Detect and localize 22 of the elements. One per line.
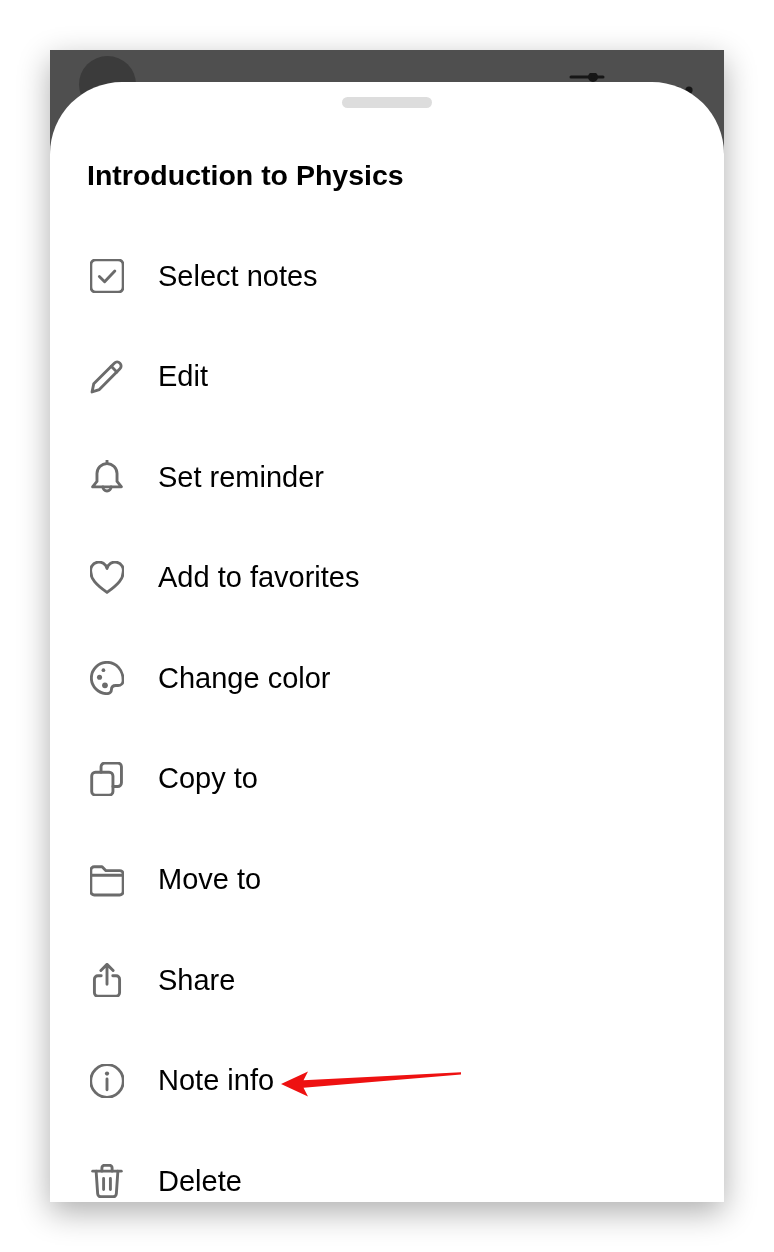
bell-icon — [90, 460, 124, 495]
folder-icon — [90, 862, 124, 897]
checkbox-icon — [90, 259, 124, 293]
sheet-title: Introduction to Physics — [87, 158, 405, 192]
menu-item[interactable]: Select notes — [86, 256, 322, 296]
share-icon — [90, 963, 124, 998]
menu-item[interactable]: Copy to — [86, 758, 262, 799]
copy-icon — [90, 761, 124, 796]
pencil-icon — [90, 359, 124, 394]
menu-item[interactable]: Share — [86, 960, 240, 1001]
palette-icon — [90, 661, 124, 696]
menu-item[interactable]: Change color — [86, 658, 335, 699]
menu-item[interactable]: Edit — [86, 356, 212, 397]
drag-handle[interactable] — [342, 97, 432, 108]
menu-item[interactable]: Delete — [86, 1161, 246, 1202]
menu-item[interactable]: Set reminder — [86, 457, 328, 498]
info-icon — [90, 1063, 124, 1098]
menu-item[interactable]: Add to favorites — [86, 557, 364, 598]
menu-item[interactable]: Note info — [86, 1060, 279, 1101]
heart-icon — [90, 560, 124, 595]
menu-item[interactable]: Move to — [86, 859, 266, 900]
trash-icon — [90, 1164, 124, 1199]
